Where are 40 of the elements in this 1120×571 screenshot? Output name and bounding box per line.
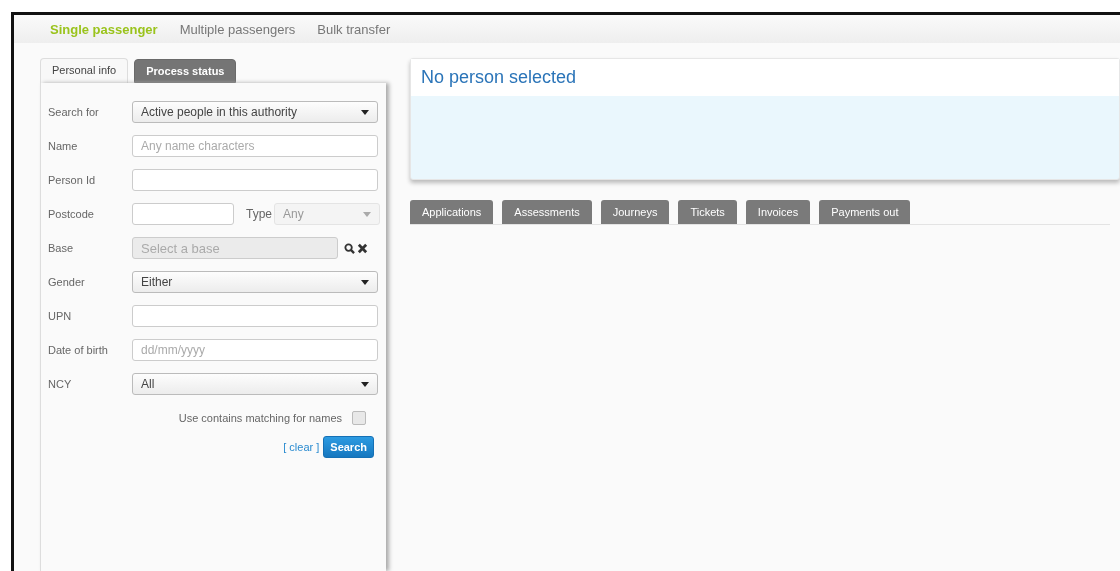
field-label: Gender xyxy=(48,276,86,288)
dropdown[interactable]: Active people in this authority xyxy=(132,101,378,123)
field-label: Postcode xyxy=(48,208,95,220)
checkbox[interactable] xyxy=(352,411,366,425)
dropdown[interactable]: Either xyxy=(132,271,378,293)
input-field[interactable] xyxy=(132,169,378,191)
input-field[interactable]: dd/mm/yyyy xyxy=(132,339,378,361)
field-label: Base xyxy=(48,242,75,254)
input-field[interactable]: Select a base xyxy=(132,237,338,259)
field-label: Type xyxy=(246,207,272,221)
nav-tab[interactable]: Multiple passengers xyxy=(179,21,296,37)
tab[interactable]: Invoices xyxy=(745,200,811,224)
search-icon[interactable] xyxy=(344,242,355,254)
nav-tab[interactable]: Bulk transfer xyxy=(317,21,391,37)
field-label: Date of birth xyxy=(48,344,109,356)
caret-icon xyxy=(361,279,369,285)
tab[interactable]: Journeys xyxy=(600,200,670,224)
checkbox-label: Use contains matching for names xyxy=(178,412,342,424)
field-label: UPN xyxy=(48,310,73,322)
tab[interactable]: Applications xyxy=(410,200,494,224)
caret-icon xyxy=(361,109,369,115)
close-icon[interactable] xyxy=(357,242,368,254)
search-button[interactable]: Search xyxy=(323,436,374,458)
caret-icon xyxy=(361,381,369,387)
tab[interactable]: Process status xyxy=(134,59,237,83)
input-field[interactable] xyxy=(132,305,378,327)
field-label: NCY xyxy=(48,378,73,390)
tab[interactable]: Assessments xyxy=(502,200,592,224)
field-label: Name xyxy=(48,140,79,152)
tab[interactable]: Payments out xyxy=(819,200,911,224)
input-field[interactable] xyxy=(132,203,234,225)
caret-icon xyxy=(363,211,371,217)
tab[interactable]: Personal info xyxy=(40,58,129,83)
field-label: Search for xyxy=(48,106,100,118)
card-title: No person selected xyxy=(421,67,577,88)
field-label: Person Id xyxy=(48,174,97,186)
clear-link[interactable]: [ clear ] xyxy=(283,441,320,453)
input-field[interactable]: Any name characters xyxy=(132,135,378,157)
tab[interactable]: Tickets xyxy=(678,200,737,224)
dropdown[interactable]: All xyxy=(132,373,378,395)
